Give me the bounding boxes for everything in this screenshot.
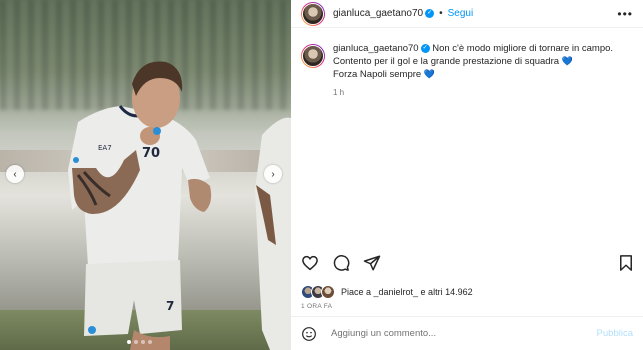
bookmark-icon[interactable] xyxy=(617,254,635,272)
carousel-dot xyxy=(141,340,145,344)
likes-text: Piace a _danielrot_ e altri 14.962 xyxy=(341,287,473,297)
blue-heart-icon: 💙 xyxy=(423,69,436,79)
liker-avatars xyxy=(301,285,335,299)
caption-username[interactable]: gianluca_gaetano70 ✓ xyxy=(333,43,430,54)
share-send-icon[interactable] xyxy=(363,254,381,272)
post-header: gianluca_gaetano70 ✓ • Segui ••• xyxy=(291,0,643,28)
header-separator: • xyxy=(439,8,443,19)
post-actions xyxy=(301,254,635,272)
verified-badge-icon: ✓ xyxy=(425,8,435,18)
caption-line-1: Non c'è modo migliore di tornare in camp… xyxy=(432,43,614,54)
comment-bubble-icon[interactable] xyxy=(332,254,350,272)
post-details-panel: gianluca_gaetano70 ✓ • Segui ••• gianluca… xyxy=(291,0,643,350)
carousel-dot xyxy=(148,340,152,344)
avatar[interactable] xyxy=(301,1,325,26)
carousel-dot xyxy=(134,340,138,344)
carousel-next-button[interactable]: › xyxy=(264,165,282,183)
shorts-number: 7 xyxy=(166,299,174,313)
carousel-prev-button[interactable]: ‹ xyxy=(6,165,24,183)
verified-badge-icon: ✓ xyxy=(420,43,430,53)
caption-timestamp: 1 h xyxy=(333,88,345,97)
carousel-dots xyxy=(127,340,152,344)
follow-button[interactable]: Segui xyxy=(448,8,474,19)
svg-text:EA7: EA7 xyxy=(98,144,112,152)
header-username[interactable]: gianluca_gaetano70 ✓ xyxy=(333,8,435,19)
blue-heart-icon: 💙 xyxy=(561,56,573,66)
comment-bar: Pubblica xyxy=(291,316,643,350)
avatar[interactable] xyxy=(301,44,325,68)
post-date: 1 ORA FA xyxy=(301,303,333,310)
avatar xyxy=(321,285,335,299)
publish-button[interactable]: Pubblica xyxy=(597,328,633,339)
post-media[interactable]: 70 EA7 7 ‹ › xyxy=(0,0,291,350)
likes-summary[interactable]: Piace a _danielrot_ e altri 14.962 xyxy=(301,285,473,299)
comment-input[interactable] xyxy=(329,327,597,340)
more-horizontal-icon[interactable]: ••• xyxy=(617,7,633,21)
post-caption: gianluca_gaetano70 ✓ Non c'è modo miglior… xyxy=(291,28,643,99)
chevron-right-icon: › xyxy=(271,168,275,180)
caption-line-3: Forza Napoli sempre xyxy=(333,69,422,80)
caption-line-2: Contento per il gol e la grande prestazi… xyxy=(333,56,560,67)
jersey-number: 70 xyxy=(142,146,160,161)
like-heart-icon[interactable] xyxy=(301,254,319,272)
carousel-dot xyxy=(127,340,131,344)
chevron-left-icon: ‹ xyxy=(13,168,17,180)
player-photo: 70 EA7 7 xyxy=(68,61,291,350)
emoji-smiley-icon[interactable] xyxy=(301,326,317,342)
